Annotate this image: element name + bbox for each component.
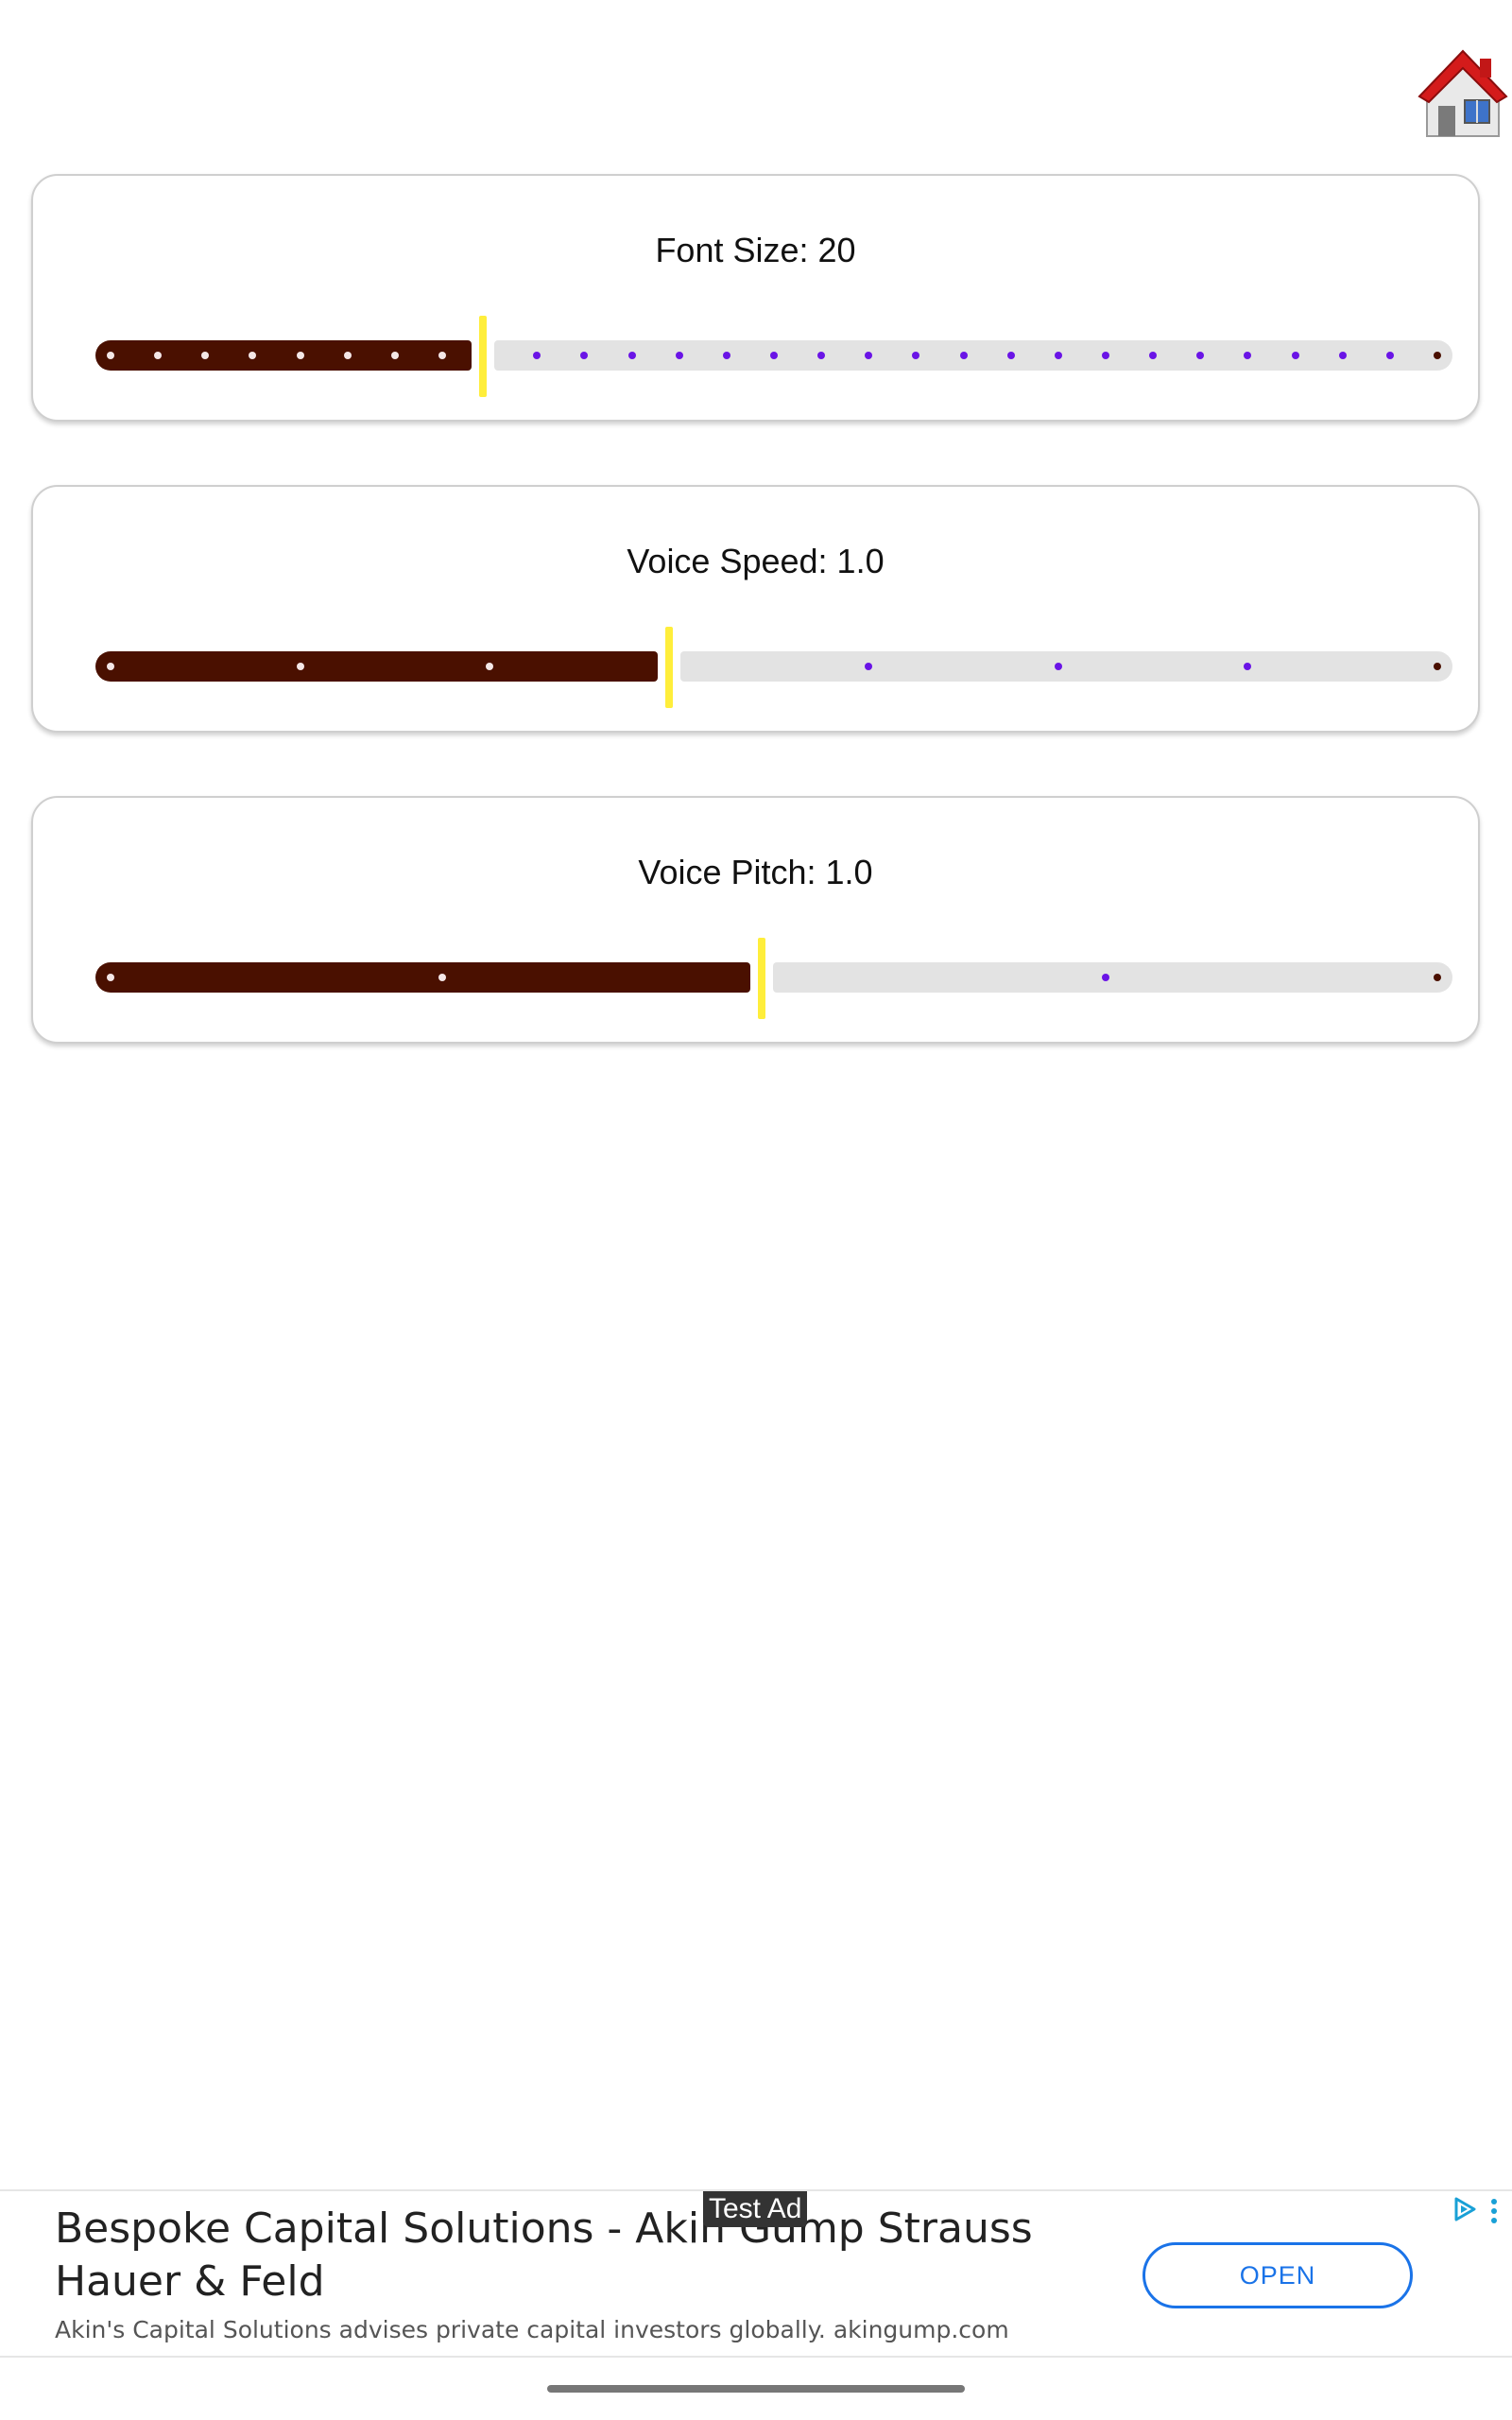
slider-tick bbox=[390, 352, 399, 359]
slider-tick bbox=[107, 352, 114, 359]
slider-tick bbox=[1006, 352, 1015, 359]
slider-tick bbox=[627, 352, 636, 359]
ad-open-button[interactable]: OPEN bbox=[1143, 2242, 1413, 2308]
slider-track bbox=[494, 340, 1452, 371]
slider-tick bbox=[722, 352, 730, 359]
slider-fill bbox=[95, 962, 750, 993]
voice-pitch-label: Voice Pitch: 1.0 bbox=[638, 853, 873, 891]
ad-description: Akin's Capital Solutions advises private… bbox=[55, 2316, 1009, 2343]
voice-speed-label: Voice Speed: 1.0 bbox=[627, 542, 885, 580]
test-ad-badge: Test Ad bbox=[703, 2191, 808, 2227]
slider-tick bbox=[1434, 663, 1441, 670]
slider-thumb[interactable] bbox=[758, 938, 765, 1019]
slider-tick bbox=[438, 974, 446, 981]
ad-banner[interactable]: Bespoke Capital Solutions - Akin Gump St… bbox=[0, 2189, 1512, 2358]
slider-tick bbox=[1434, 352, 1441, 359]
slider-thumb[interactable] bbox=[479, 316, 487, 397]
ad-choices-icon[interactable] bbox=[1452, 2195, 1478, 2223]
slider-tick bbox=[675, 352, 683, 359]
slider-tick bbox=[343, 352, 352, 359]
slider-tick bbox=[296, 663, 304, 670]
ad-title[interactable]: Bespoke Capital Solutions - Akin Gump St… bbox=[55, 2203, 1075, 2308]
slider-tick bbox=[107, 974, 114, 981]
home-icon bbox=[1418, 49, 1508, 137]
slider-tick bbox=[107, 663, 114, 670]
slider-tick bbox=[959, 352, 968, 359]
slider-tick bbox=[1338, 352, 1347, 359]
slider-tick bbox=[1102, 352, 1109, 359]
slider-tick bbox=[770, 352, 778, 359]
slider-tick bbox=[438, 352, 446, 359]
slider-tick bbox=[1434, 974, 1441, 981]
font-size-slider[interactable] bbox=[95, 310, 1452, 401]
gesture-nav-handle[interactable] bbox=[547, 2385, 965, 2393]
slider-track bbox=[773, 962, 1452, 993]
slider-track bbox=[680, 651, 1452, 682]
more-vert-icon[interactable] bbox=[1489, 2197, 1499, 2225]
voice-speed-card: Voice Speed: 1.0 bbox=[31, 485, 1480, 733]
voice-pitch-card: Voice Pitch: 1.0 bbox=[31, 796, 1480, 1044]
voice-pitch-slider[interactable] bbox=[95, 932, 1452, 1023]
home-button[interactable] bbox=[1418, 45, 1508, 140]
slider-tick bbox=[1385, 352, 1394, 359]
slider-fill bbox=[95, 651, 658, 682]
slider-tick bbox=[1102, 974, 1109, 981]
font-size-label: Font Size: 20 bbox=[655, 231, 856, 269]
slider-tick bbox=[296, 352, 304, 359]
voice-speed-slider[interactable] bbox=[95, 621, 1452, 712]
slider-tick bbox=[1291, 352, 1299, 359]
slider-tick bbox=[1054, 352, 1062, 359]
slider-tick bbox=[1054, 663, 1062, 670]
slider-fill bbox=[95, 340, 472, 371]
slider-thumb[interactable] bbox=[665, 627, 673, 708]
font-size-card: Font Size: 20 bbox=[31, 174, 1480, 422]
